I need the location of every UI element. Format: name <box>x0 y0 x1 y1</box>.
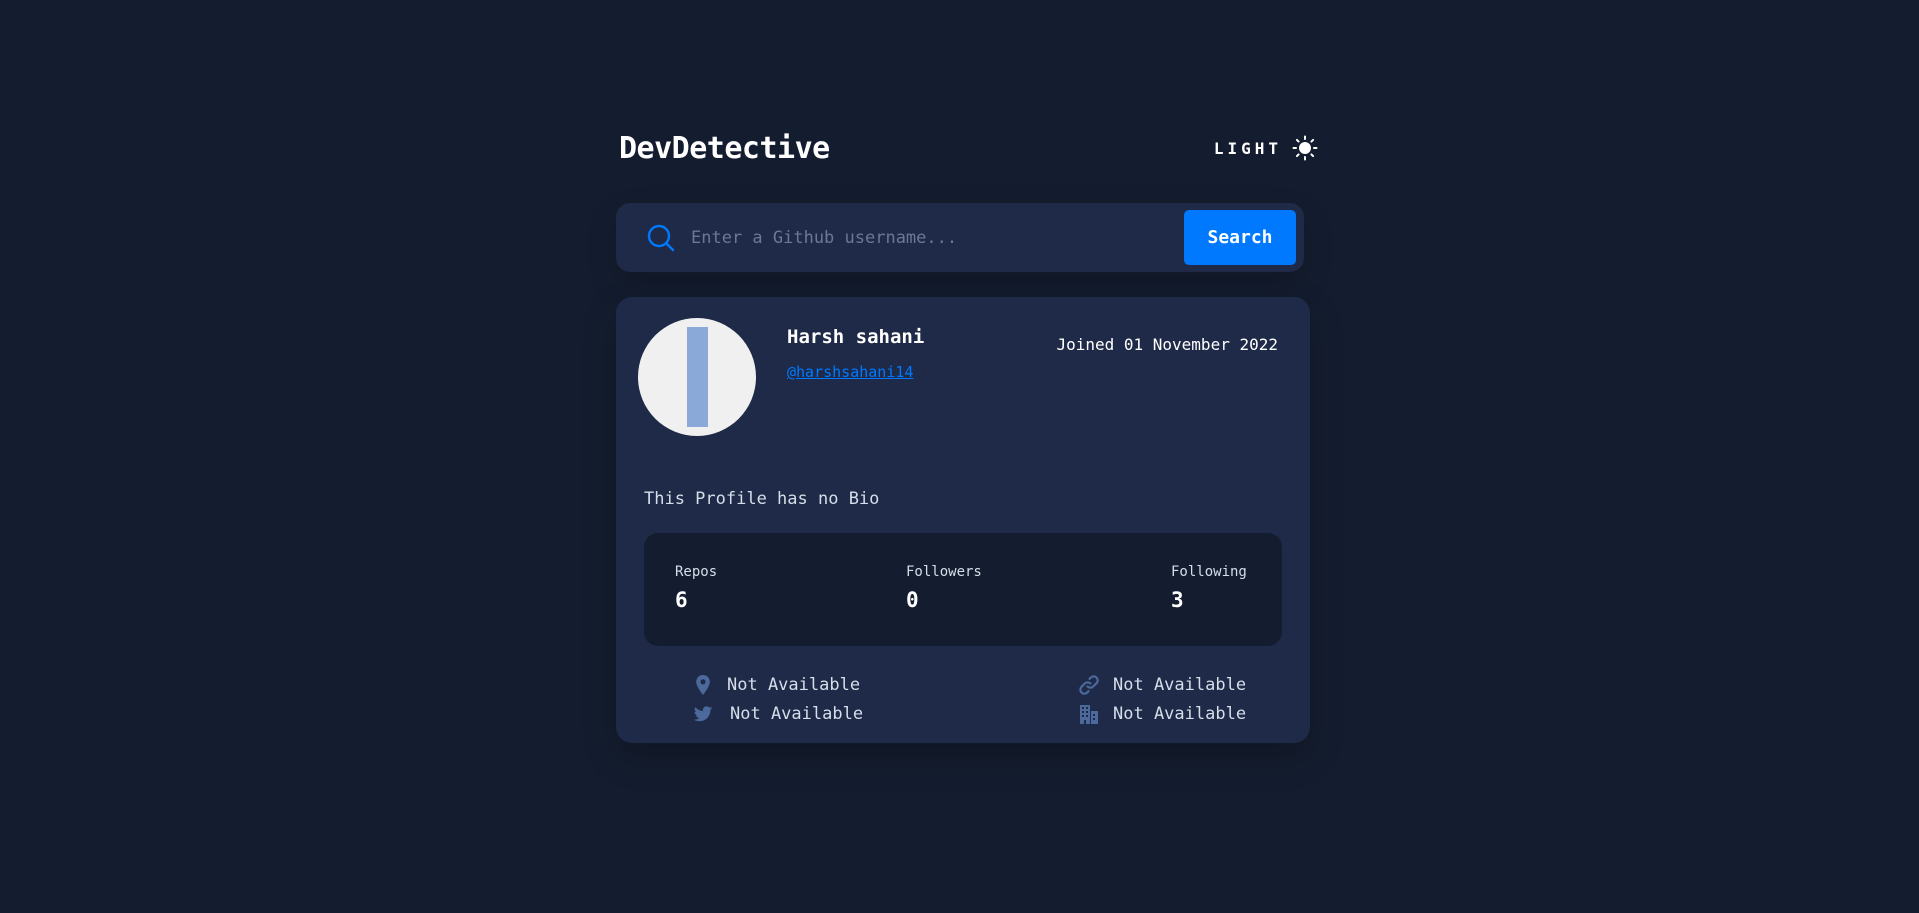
location-pin-icon <box>696 675 710 695</box>
theme-toggle-label: LIGHT <box>1213 138 1282 158</box>
stat-following-value: 3 <box>1171 588 1184 612</box>
twitter-item: Not Available <box>692 703 863 725</box>
theme-toggle-button[interactable]: LIGHT <box>1214 135 1318 161</box>
profile-bio: This Profile has no Bio <box>644 489 880 509</box>
stat-followers: Followers 0 <box>906 564 982 612</box>
stat-following-label: Following <box>1171 564 1247 580</box>
app-logo: DevDetective <box>619 130 830 166</box>
company-text: Not Available <box>1113 704 1247 724</box>
website-item: Not Available <box>1078 674 1246 696</box>
search-icon <box>647 224 675 251</box>
twitter-icon <box>693 706 713 722</box>
building-icon <box>1080 705 1098 724</box>
search-bar: Search <box>616 203 1304 272</box>
company-item: Not Available <box>1078 703 1246 725</box>
stat-repos-label: Repos <box>675 564 718 580</box>
stats-box: Repos 6 Followers 0 Following 3 <box>644 533 1282 646</box>
stat-followers-label: Followers <box>906 564 982 580</box>
profile-username-link[interactable]: @harshsahani14 <box>787 363 913 381</box>
profile-name: Harsh sahani <box>787 326 925 348</box>
link-icon <box>1079 675 1099 695</box>
location-item: Not Available <box>692 674 860 696</box>
twitter-text: Not Available <box>730 704 864 724</box>
search-input[interactable] <box>691 203 1184 272</box>
header: DevDetective LIGHT <box>616 128 1318 168</box>
profile-card: Harsh sahani @harshsahani14 Joined 01 No… <box>616 297 1310 743</box>
sun-icon <box>1292 135 1318 161</box>
stat-repos: Repos 6 <box>675 564 717 612</box>
app-container: DevDetective LIGHT Enter a Github userna… <box>616 128 1318 743</box>
avatar <box>638 318 756 436</box>
location-text: Not Available <box>727 675 861 695</box>
stat-followers-value: 0 <box>906 588 919 612</box>
stat-following: Following 3 <box>1171 564 1247 612</box>
avatar-image-shape <box>687 327 708 427</box>
search-button[interactable]: Search <box>1184 210 1296 265</box>
joined-date: Joined 01 November 2022 <box>1056 335 1278 354</box>
stat-repos-value: 6 <box>675 588 688 612</box>
website-text: Not Available <box>1113 675 1247 695</box>
